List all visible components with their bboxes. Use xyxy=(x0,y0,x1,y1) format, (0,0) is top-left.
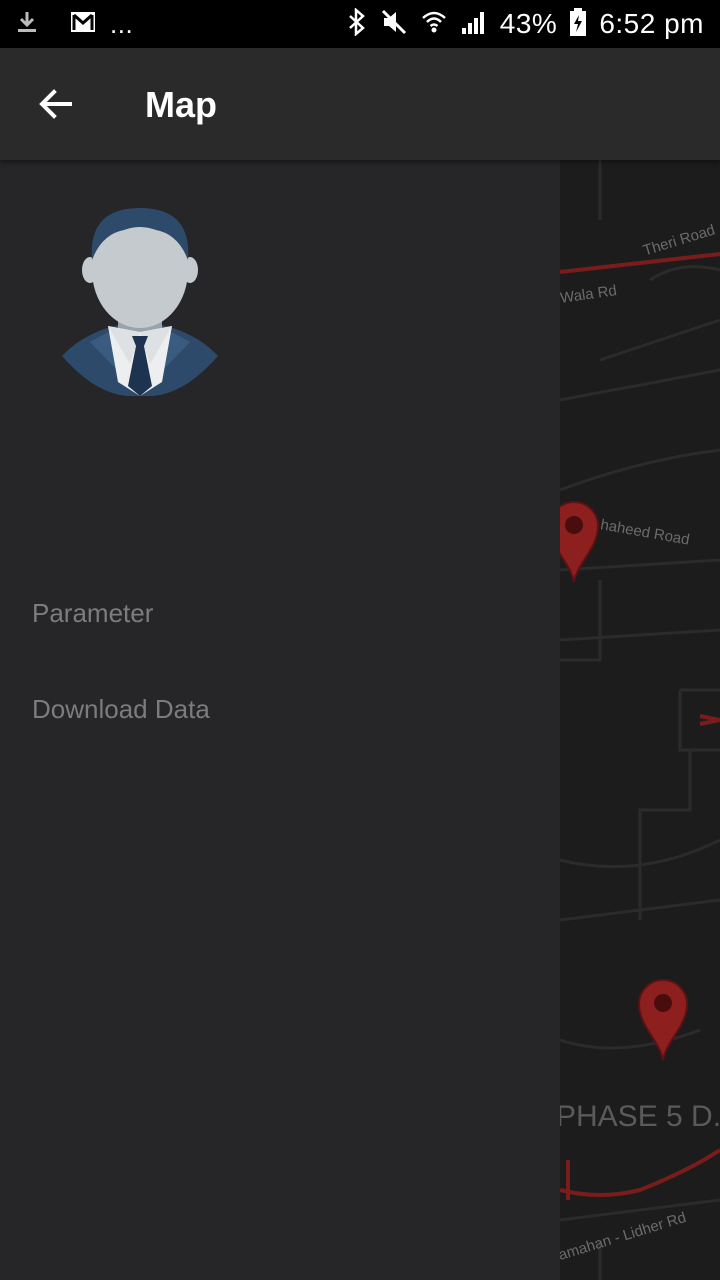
mute-icon xyxy=(380,8,408,41)
signal-icon xyxy=(460,8,488,41)
back-button[interactable] xyxy=(30,82,78,130)
drawer-item-parameter[interactable]: Parameter xyxy=(32,598,153,629)
screen: ... 43% 6:52 pm Map Theri Road Wala Rd h… xyxy=(0,0,720,1280)
status-bar: ... 43% 6:52 pm xyxy=(0,0,720,48)
clock: 6:52 pm xyxy=(599,8,704,39)
battery-percent: 43% xyxy=(499,8,558,39)
app-bar: Map xyxy=(0,48,720,160)
status-right: 43% 6:52 pm xyxy=(346,0,704,48)
page-title: Map xyxy=(145,84,217,125)
wifi-icon xyxy=(420,8,448,41)
download-icon xyxy=(14,9,40,40)
status-left: ... xyxy=(0,9,133,40)
user-avatar-icon xyxy=(60,204,220,397)
battery-charging-icon xyxy=(569,7,587,42)
bluetooth-icon xyxy=(346,6,368,41)
arrow-back-icon xyxy=(39,89,72,119)
notification-overflow: ... xyxy=(110,8,134,39)
map-label-phase: PHASE 5 D.H xyxy=(556,1100,720,1133)
navigation-drawer: Parameter Download Data xyxy=(0,160,560,1280)
gmail-icon xyxy=(70,11,96,38)
drawer-item-download-data[interactable]: Download Data xyxy=(32,694,210,725)
map-pin-icon xyxy=(637,979,689,1061)
